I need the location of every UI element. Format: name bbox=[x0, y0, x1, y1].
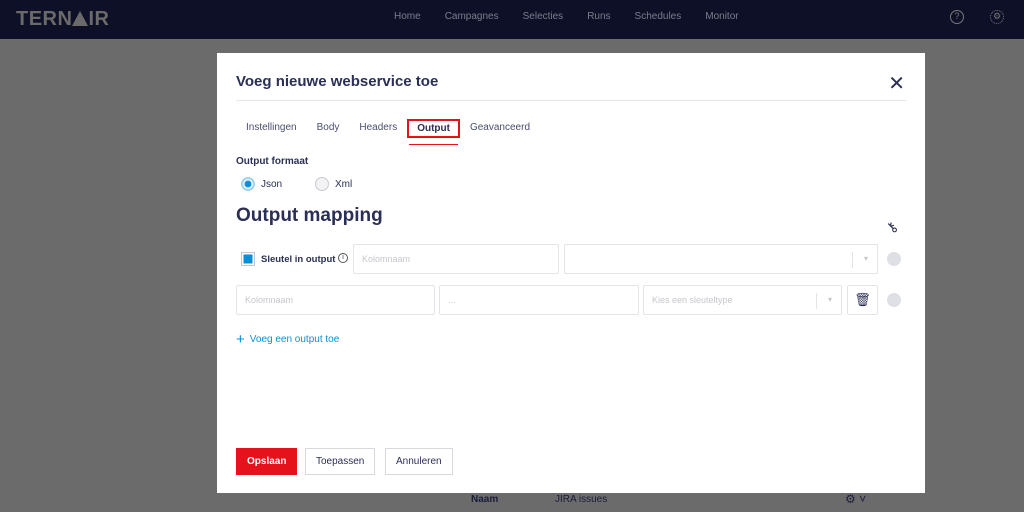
select-placeholder: Kies een sleuteltype bbox=[652, 295, 733, 305]
nav-selecties[interactable]: Selecties bbox=[523, 11, 564, 22]
add-output-link[interactable]: + Voeg een output toe bbox=[236, 331, 339, 348]
radio-json[interactable]: Json bbox=[241, 177, 282, 191]
add-webservice-dialog: Voeg nieuwe webservice toe ✕ Instellinge… bbox=[217, 53, 925, 493]
bg-name-label: Naam bbox=[471, 494, 499, 505]
nav-runs[interactable]: Runs bbox=[587, 11, 610, 22]
add-output-label: Voeg een output toe bbox=[249, 334, 340, 345]
top-navbar: TERN IR Home Campagnes Selecties Runs Sch… bbox=[0, 0, 1024, 39]
nav-campagnes[interactable]: Campagnes bbox=[445, 11, 499, 22]
trash-icon[interactable]: 🗑 bbox=[847, 285, 878, 315]
radio-unchecked-icon bbox=[315, 177, 329, 191]
output-format-label: Output formaat bbox=[236, 156, 309, 167]
key-in-output-label: Sleutel in output bbox=[261, 254, 336, 265]
status-dot bbox=[887, 252, 901, 266]
tab-bar: Instellingen Body Headers Output Geavanc… bbox=[236, 119, 540, 145]
main-nav: Home Campagnes Selecties Runs Schedules … bbox=[394, 11, 763, 22]
status-dot bbox=[887, 293, 901, 307]
nav-monitor[interactable]: Monitor bbox=[705, 11, 738, 22]
tab-geavanceerd[interactable]: Geavanceerd bbox=[460, 119, 540, 138]
key-in-output-checkbox[interactable] bbox=[241, 252, 255, 266]
close-icon[interactable]: ✕ bbox=[888, 71, 905, 96]
plus-icon: + bbox=[236, 331, 245, 348]
key-icon[interactable]: ⚷ bbox=[882, 218, 901, 237]
keytype-select[interactable]: Kies een sleuteltype bbox=[643, 285, 842, 315]
radio-checked-icon bbox=[241, 177, 255, 191]
output-mapping-title: Output mapping bbox=[236, 205, 383, 226]
nav-home[interactable]: Home bbox=[394, 11, 421, 22]
radio-label: Json bbox=[261, 178, 283, 190]
key-column-input[interactable]: Kolomnaam bbox=[353, 244, 559, 274]
divider bbox=[236, 100, 906, 101]
dialog-title: Voeg nieuwe webservice toe bbox=[236, 73, 439, 90]
bg-gear-icon[interactable]: ⚙ ˅ bbox=[845, 492, 866, 506]
column-name-input[interactable]: Kolomnaam bbox=[236, 285, 435, 315]
save-button[interactable]: Opslaan bbox=[236, 448, 298, 475]
tab-headers[interactable]: Headers bbox=[349, 119, 407, 138]
radio-xml[interactable]: Xml bbox=[315, 177, 352, 191]
tab-body[interactable]: Body bbox=[307, 119, 350, 138]
ternair-logo[interactable]: TERN IR bbox=[16, 8, 109, 31]
key-select[interactable] bbox=[564, 244, 878, 274]
tab-output[interactable]: Output bbox=[407, 119, 460, 145]
tab-instellingen[interactable]: Instellingen bbox=[236, 119, 307, 138]
path-input[interactable]: ... bbox=[439, 285, 639, 315]
radio-label: Xml bbox=[335, 178, 353, 190]
help-icon[interactable]: ? bbox=[950, 10, 964, 24]
info-icon[interactable]: i bbox=[338, 253, 348, 263]
gear-icon[interactable]: ⚙ bbox=[990, 10, 1004, 24]
nav-schedules[interactable]: Schedules bbox=[635, 11, 682, 22]
apply-button[interactable]: Toepassen bbox=[305, 448, 376, 475]
bg-name-value: JIRA issues bbox=[555, 494, 608, 505]
cancel-button[interactable]: Annuleren bbox=[385, 448, 453, 475]
